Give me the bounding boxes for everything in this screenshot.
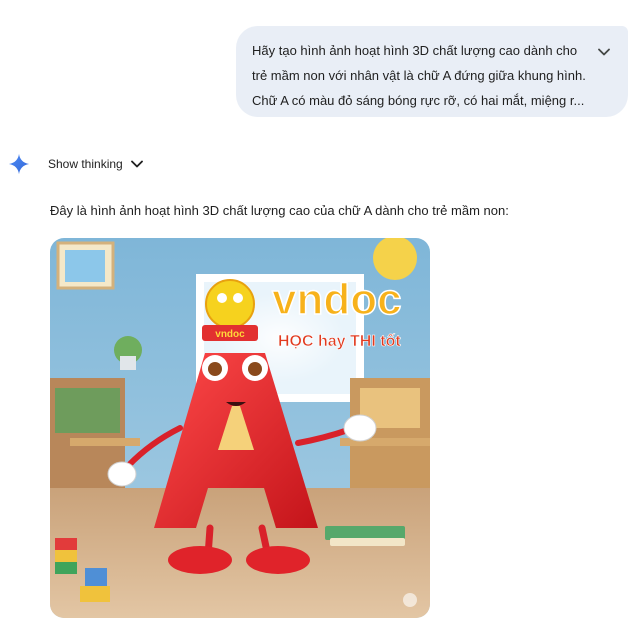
mascot-eye-right [233, 293, 243, 303]
left-glove [107, 461, 137, 487]
vndoc-watermark: vndoc vndoc HỌC hay THI tốt [202, 274, 402, 350]
user-message-line-1: Hãy tạo hình ảnh hoạt hình 3D chất lượng… [252, 43, 578, 58]
toy-block-yellow-2 [80, 586, 110, 602]
user-message-text: Hãy tạo hình ảnh hoạt hình 3D chất lượng… [252, 38, 588, 113]
vndoc-mascot [205, 279, 255, 329]
left-pupil [208, 362, 222, 376]
toy-block-blue [85, 568, 107, 586]
left-shoe [168, 546, 232, 574]
plant-pot [120, 356, 136, 370]
shelf-left-compartment [55, 388, 120, 433]
vndoc-brand-text: vndoc [272, 275, 402, 324]
response-text: Đây là hình ảnh hoạt hình 3D chất lượng … [50, 203, 509, 218]
toy-block-green [55, 562, 77, 574]
right-glove [343, 414, 377, 442]
user-message-line-2: trẻ mầm non với nhân vật là chữ A đứng g… [252, 68, 586, 83]
poster-picture [65, 250, 105, 282]
wall-sun-decoration [373, 238, 417, 280]
chevron-down-icon [598, 48, 610, 56]
generated-image[interactable]: vndoc vndoc HỌC hay THI tốt [50, 238, 430, 618]
vndoc-slogan-text: HỌC hay THI tốt [278, 333, 401, 350]
toy-block-red [55, 538, 77, 550]
user-message-bubble: Hãy tạo hình ảnh hoạt hình 3D chất lượng… [236, 26, 628, 117]
expand-message-button[interactable] [594, 42, 614, 62]
image-corner-icon [403, 593, 417, 607]
sparkle-icon [8, 153, 30, 175]
right-pupil [248, 362, 262, 376]
show-thinking-toggle[interactable]: Show thinking [48, 153, 143, 175]
vndoc-badge-text: vndoc [215, 329, 245, 340]
generated-image-art: vndoc vndoc HỌC hay THI tốt [50, 238, 430, 618]
book-pages [330, 538, 405, 546]
right-shoe [246, 546, 310, 574]
show-thinking-label: Show thinking [48, 157, 123, 171]
mascot-eye-left [217, 293, 227, 303]
toy-block-yellow [55, 550, 77, 562]
book-green [325, 526, 405, 540]
user-message-line-3: Chữ A có màu đỏ sáng bóng rực rỡ, có hai… [252, 93, 585, 108]
chevron-down-icon [130, 160, 143, 168]
table-left [70, 438, 140, 446]
